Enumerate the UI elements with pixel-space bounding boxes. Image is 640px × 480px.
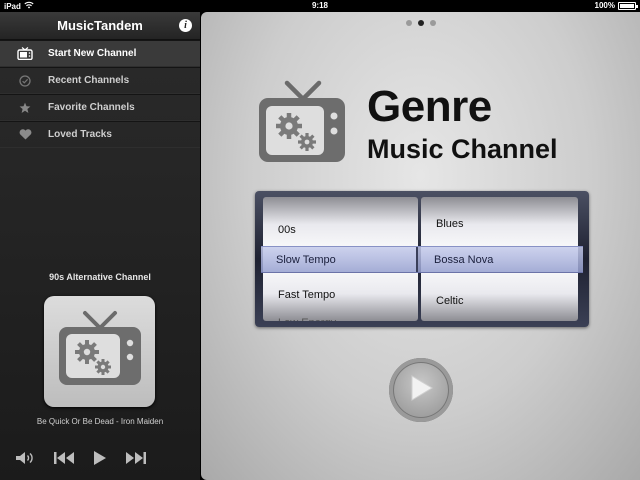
genre-picker[interactable]: 90s 00s Fast Tempo Low Energy Blues Celt… [255,191,589,327]
star-icon [12,102,38,114]
main-panel: Genre Music Channel 90s 00s Fast Tempo L… [201,12,640,480]
picker-option[interactable]: Blues [421,211,578,236]
clock-icon [12,74,38,87]
sidebar-item-label: Start New Channel [48,48,137,59]
page-dot-active [417,20,424,26]
picker-option[interactable]: Low Energy [263,310,418,322]
picker-option[interactable]: 00s [263,217,418,242]
battery-icon [618,1,638,10]
sidebar-item-favorite-channels[interactable]: Favorite Channels [0,94,200,121]
info-button[interactable]: i [179,19,192,32]
sidebar-header: MusicTandem i [0,12,200,40]
picker-option[interactable]: Fast Tempo [263,282,418,307]
now-playing-channel: 90s Alternative Channel [49,272,151,282]
playback-controls [0,448,200,468]
heart-icon [12,129,38,140]
sidebar-item-recent-channels[interactable]: Recent Channels [0,67,200,94]
app-title: MusicTandem [57,18,143,33]
page-dot [429,20,436,26]
battery-percent: 100% [594,1,615,10]
picker-option[interactable]: 90s [263,197,418,206]
previous-track-button[interactable] [52,448,76,468]
now-playing-artwork[interactable] [44,296,155,407]
tv-icon [12,47,38,60]
page-dot [405,20,412,26]
start-channel-play-button[interactable] [389,358,453,422]
page-subtitle: Music Channel [367,134,558,164]
genre-tv-icon [257,80,347,171]
sidebar-item-label: Loved Tracks [48,129,112,140]
picker-option[interactable]: Celtic [421,288,578,313]
picker-selected-right[interactable]: Bossa Nova [419,246,576,273]
status-bar: iPad 9:18 100% [0,0,640,12]
volume-icon[interactable] [14,448,36,468]
play-icon [408,374,434,407]
clock: 9:18 [311,1,328,10]
sidebar: MusicTandem i Start New Channel Recent C… [0,12,200,480]
page-title: Genre [367,82,492,131]
tv-gears-icon [57,310,143,393]
picker-selected-left[interactable]: Slow Tempo [261,246,416,273]
picker-divider [416,247,418,272]
sidebar-item-label: Recent Channels [48,75,130,86]
next-track-button[interactable] [124,448,148,468]
page-indicator[interactable] [201,20,640,26]
sidebar-item-start-new-channel[interactable]: Start New Channel [0,40,200,67]
now-playing-track: Be Quick Or Be Dead - Iron Maiden [36,417,164,426]
sidebar-item-loved-tracks[interactable]: Loved Tracks [0,121,200,148]
play-button[interactable] [90,448,110,468]
sidebar-item-label: Favorite Channels [48,102,135,113]
